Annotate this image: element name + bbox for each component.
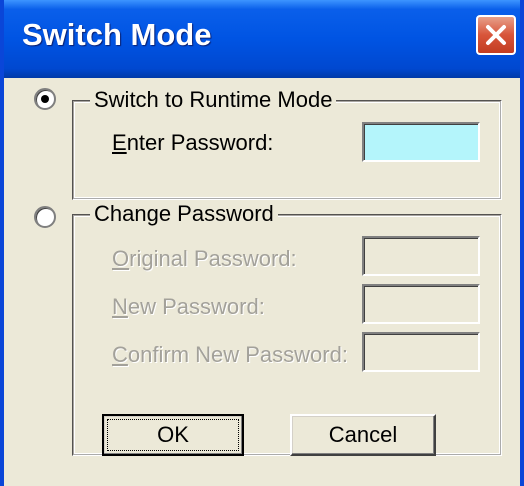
confirm-password-label: Confirm New Password: <box>112 342 348 367</box>
original-password-label: Original Password: <box>112 246 297 271</box>
close-button[interactable] <box>476 15 516 55</box>
enter-password-label: Enter Password: <box>112 130 274 155</box>
change-password-radio[interactable] <box>34 206 56 228</box>
enter-password-input[interactable] <box>362 122 480 162</box>
runtime-mode-radio[interactable] <box>34 88 56 110</box>
dialog-title: Switch Mode <box>22 17 212 52</box>
title-bar[interactable]: Switch Mode <box>4 0 520 78</box>
dialog-body: Switch to Runtime Mode Enter Password: C… <box>4 78 520 486</box>
switch-mode-dialog: Switch Mode Switch to Runtime Mode Enter… <box>0 0 524 486</box>
new-password-input[interactable] <box>362 284 480 324</box>
ok-button[interactable]: OK <box>102 414 244 456</box>
close-icon <box>486 25 506 45</box>
original-password-input[interactable] <box>362 236 480 276</box>
runtime-mode-label: Switch to Runtime Mode <box>90 87 337 113</box>
new-password-label: New Password: <box>112 294 265 319</box>
cancel-button[interactable]: Cancel <box>290 414 436 456</box>
confirm-password-input[interactable] <box>362 332 480 372</box>
radio-selected-dot <box>41 95 49 103</box>
change-password-label: Change Password <box>90 201 278 227</box>
